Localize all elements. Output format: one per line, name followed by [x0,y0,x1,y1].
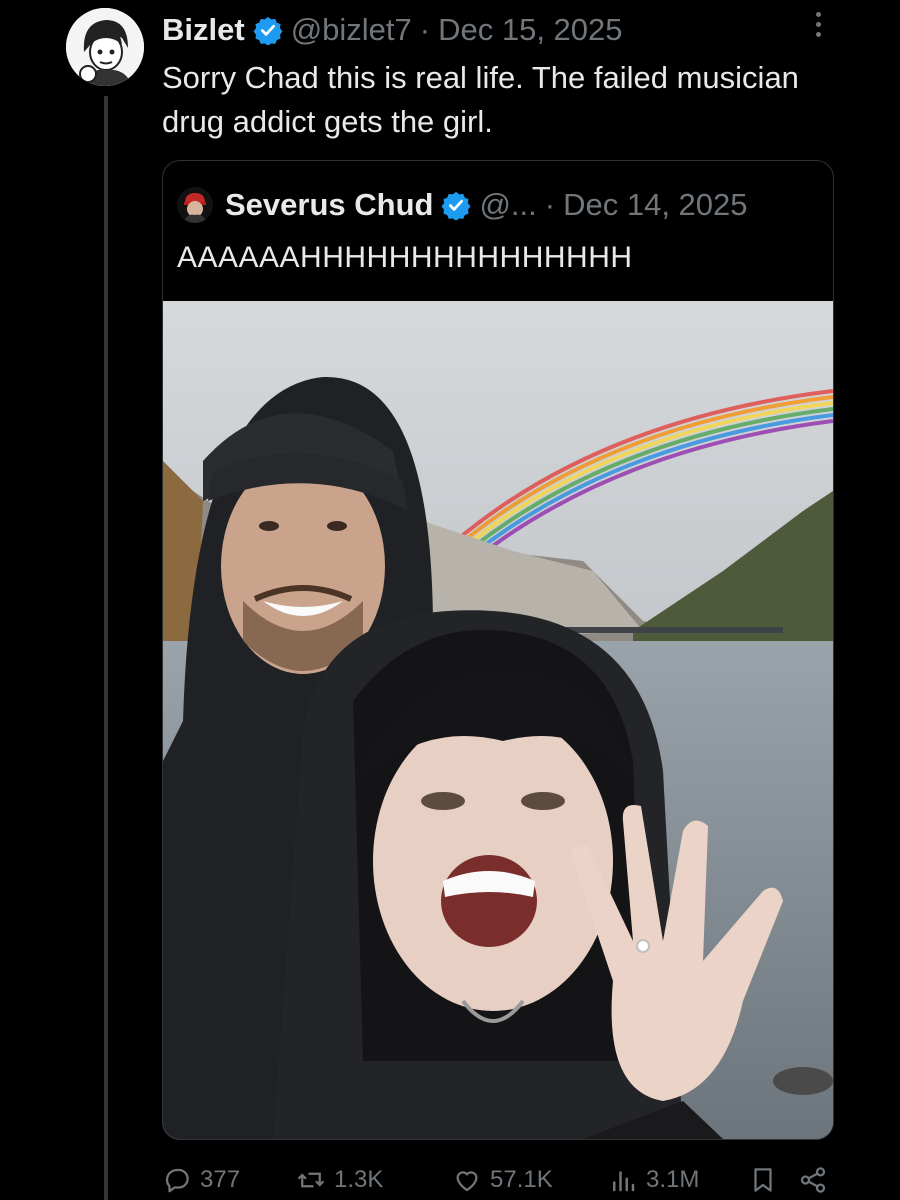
author-name[interactable]: Bizlet [162,12,245,48]
more-dot-icon [816,22,821,27]
header-separator: · [419,12,431,47]
views-icon [613,1171,635,1192]
author-avatar[interactable] [66,8,144,86]
quoted-photo[interactable] [163,301,833,1139]
repost-button[interactable]: 1.3K [296,1160,383,1200]
tweet-text: Sorry Chad this is real life. The failed… [162,60,799,139]
like-button[interactable]: 57.1K [452,1160,553,1200]
verified-badge-icon [441,191,471,220]
tweet-date[interactable]: Dec 15, 2025 [438,12,622,48]
views-count: 3.1M [646,1166,700,1193]
more-dot-icon [816,12,821,17]
more-options-button[interactable] [808,10,830,40]
bookmark-button[interactable] [748,1160,786,1200]
thread-line [104,96,108,1200]
quoted-header-separator: · [544,187,556,222]
quoted-tweet-header: Severus Chud @... · Dec 14, 2025 [177,185,748,225]
bookmark-icon [754,1168,772,1192]
author-handle[interactable]: @bizlet7 [291,12,412,48]
repost-icon [297,1172,325,1188]
quoted-author-handle[interactable]: @... [479,187,536,223]
heart-icon [456,1171,478,1192]
quoted-avatar[interactable] [177,187,213,223]
quoted-avatar-icon [177,187,213,223]
tweet-header: Bizlet @bizlet7 · Dec 15, 2025 [162,10,623,50]
views-button[interactable]: 3.1M [608,1160,699,1200]
like-count: 57.1K [490,1166,553,1193]
share-button[interactable] [798,1160,836,1200]
share-icon [800,1167,826,1193]
quoted-tweet-text: AAAAAAHHHHHHHHHHHHHHH [177,241,633,274]
quoted-author-name[interactable]: Severus Chud [225,187,433,223]
reply-button[interactable]: 377 [162,1160,240,1200]
anime-avatar-icon [66,8,144,86]
quoted-tweet[interactable]: Severus Chud @... · Dec 14, 2025 AAAAAAH… [162,160,834,1140]
quoted-tweet-date[interactable]: Dec 14, 2025 [563,187,747,223]
verified-badge-icon [253,16,283,45]
reply-icon [165,1168,189,1193]
reply-count: 377 [200,1166,241,1193]
repost-count: 1.3K [334,1166,384,1193]
more-dot-icon [816,32,821,37]
action-bar: 377 1.3K 57.1K 3.1M [162,1160,832,1200]
